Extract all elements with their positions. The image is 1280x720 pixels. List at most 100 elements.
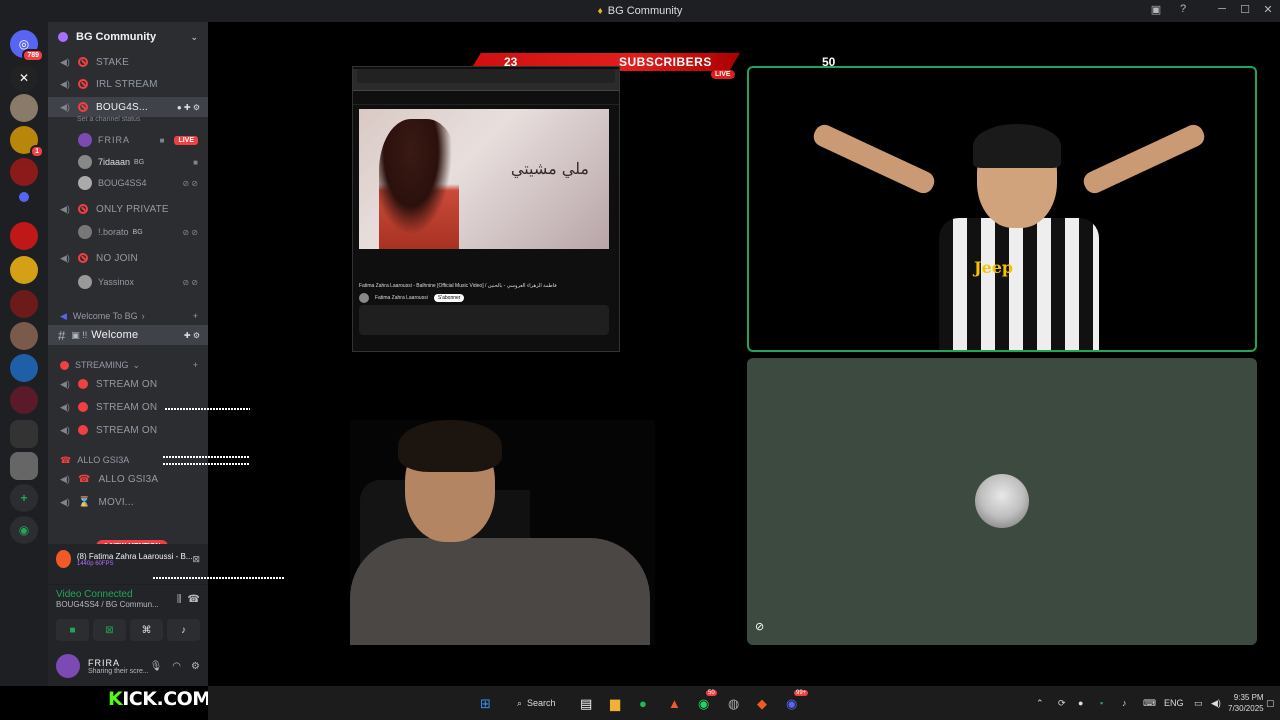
add-server-icon[interactable]: + (10, 484, 38, 512)
spotify-icon[interactable]: ● (639, 696, 647, 711)
voice-user-7idaaan[interactable]: 7idaaan BG ■ (48, 152, 208, 172)
home-badge: 789 (22, 49, 44, 62)
task-view-icon[interactable]: ▤ (580, 696, 592, 712)
muted-icons: ⊘ ⊘ (182, 277, 198, 287)
inbox-icon[interactable]: ▣ (1146, 3, 1166, 16)
server-stake[interactable] (10, 256, 38, 284)
activity-button[interactable]: ⌘ (130, 619, 163, 641)
channel-no-join[interactable]: ◀) NO JOIN (48, 248, 208, 268)
camera-tile-main[interactable]: Jeep (747, 66, 1257, 352)
microphone-tray-icon[interactable]: ♪ (1122, 698, 1127, 708)
file-explorer-icon[interactable]: ▆ (610, 696, 620, 712)
discord-icon[interactable]: ◉ 99+ (786, 690, 809, 712)
system-clock[interactable]: 9:35 PM 7/30/2025 (1228, 692, 1264, 714)
chevron-right-icon: › (141, 311, 145, 321)
server-tower[interactable] (10, 222, 38, 250)
voice-user-yassinox[interactable]: Yassinox ⊘ ⊘ (48, 272, 208, 292)
category-welcome[interactable]: ◀ Welcome To BG › + (48, 308, 208, 324)
disconnect-icon[interactable]: ☎ (188, 594, 200, 605)
server-x[interactable]: ✕ (10, 64, 38, 92)
discover-icon[interactable]: ◉ (10, 516, 38, 544)
server-red[interactable] (10, 158, 38, 186)
volume-icon[interactable]: ◀) (1211, 698, 1221, 709)
channel-welcome[interactable]: # ▣ !! Welcome ✚ ⚙ (48, 325, 208, 345)
keyboard-icon[interactable]: ⌨ (1143, 698, 1156, 709)
channel-status-hint[interactable]: Set a channel status (77, 116, 140, 123)
whatsapp-icon[interactable]: ◉ 50 (698, 690, 717, 712)
channel-stake[interactable]: ◀) STAKE (48, 52, 208, 72)
maximize-button[interactable]: ☐ (1235, 3, 1255, 16)
chat-overlay-line (163, 456, 250, 458)
soundboard-button[interactable]: ♪ (167, 619, 200, 641)
channel-actions-icon[interactable]: ● ✚ ⚙ (177, 103, 200, 112)
chat-overlay-line (163, 463, 250, 465)
headphones-icon[interactable]: ◠ (172, 661, 181, 672)
minimize-button[interactable]: ─ (1212, 3, 1232, 15)
start-icon[interactable]: ⊞ (480, 696, 491, 712)
stop-share-icon[interactable]: ⊠ (192, 554, 200, 565)
camera-tile-avatar[interactable]: ⊘ (747, 358, 1257, 645)
settings-gear-icon[interactable]: ⚙ (191, 661, 200, 672)
channel-stream-on-2[interactable]: ◀) STREAM ON (48, 397, 208, 417)
phone-icon: ☎ (60, 454, 72, 465)
add-channel-icon[interactable]: + (193, 311, 198, 321)
red-circle-icon (60, 360, 69, 370)
server-wine[interactable] (10, 386, 38, 414)
streamer-shirt (350, 538, 650, 645)
voice-user-boug4ss4[interactable]: BOUG4SS4 ⊘ ⊘ (48, 173, 208, 193)
mic-icon[interactable]: 🎙 (150, 661, 163, 672)
sync-icon[interactable]: ⟳ (1058, 698, 1066, 709)
browser-chrome (353, 69, 619, 91)
channel-only-private[interactable]: ◀) ONLY PRIVATE (48, 199, 208, 219)
title-bar: ♦ BG Community ▣ ? ─ ☐ ✕ (0, 0, 1280, 22)
brave-icon[interactable]: ◆ (757, 696, 767, 712)
notification-icon[interactable]: ▢ (1266, 698, 1275, 709)
tray-nvidia-icon[interactable]: ▪ (1100, 698, 1103, 708)
home-button[interactable]: ◎ 789 (10, 30, 44, 62)
voice-user-borato[interactable]: !.borato BG ⊘ ⊘ (48, 222, 208, 242)
help-icon[interactable]: ? (1173, 3, 1193, 15)
avatar (78, 225, 92, 239)
chevron-up-icon[interactable]: ⌃ (1036, 698, 1044, 709)
voice-user-frira[interactable]: FRIRA ■ LIVE (48, 130, 208, 150)
noise-icon[interactable]: ⫼ (177, 594, 182, 605)
server-avatar-2[interactable] (10, 322, 38, 350)
channel-actions-icon[interactable]: ✚ ⚙ (184, 331, 200, 340)
category-streaming[interactable]: STREAMING ⌄ + (48, 357, 208, 373)
server-header[interactable]: BG Community ⌄ (48, 22, 208, 52)
language-indicator[interactable]: ENG (1164, 698, 1184, 708)
network-icon[interactable]: ▭ (1194, 698, 1203, 709)
user-avatar[interactable] (56, 654, 80, 678)
channel-irl-stream[interactable]: ◀) IRL STREAM (48, 74, 208, 94)
camera-icon: ■ (159, 135, 165, 145)
server-bg[interactable]: 1 (10, 126, 44, 158)
channel-stream-on-3[interactable]: ◀) STREAM ON (48, 420, 208, 440)
server-blue[interactable] (10, 354, 38, 382)
server-badge: 1 (30, 145, 44, 158)
channel-stream-on-1[interactable]: ◀) STREAM ON (48, 374, 208, 394)
screen-share-tile[interactable]: ملي مشيتي Fatima Zahra Laaroussi - Balhn… (352, 66, 620, 352)
category-allo[interactable]: ☎ ALLO GSI3A (48, 452, 208, 468)
screen-share-button[interactable]: ⊠ (93, 619, 126, 641)
server-avatar-1[interactable] (10, 94, 38, 122)
close-button[interactable]: ✕ (1258, 3, 1278, 16)
obs-icon[interactable]: ◍ (728, 696, 739, 712)
camera-button[interactable]: ■ (56, 619, 89, 641)
voice-location[interactable]: BOUG4SS4 / BG Commun... (56, 600, 159, 609)
channel-allo[interactable]: ◀) ☎ ALLO GSI3A (48, 469, 208, 489)
window-title: BG Community (607, 5, 683, 17)
server-gray[interactable] (10, 420, 38, 448)
channel-movie[interactable]: ◀) ⌛ MOVI... (48, 492, 208, 512)
video-title: Fatima Zahra Laaroussi - Balhnine [Offic… (359, 283, 557, 289)
server-dark-red[interactable] (10, 290, 38, 318)
chevron-down-icon[interactable]: ⌄ (190, 32, 198, 43)
app-icon[interactable]: ▲ (668, 696, 681, 711)
tray-app-icon[interactable]: ● (1078, 698, 1083, 708)
welcome-icon: ▣ !! (71, 329, 88, 340)
channel-boug4s[interactable]: ◀) BOUG4S... ● ✚ ⚙ (48, 97, 208, 117)
add-channel-icon[interactable]: + (193, 360, 198, 370)
server-icon: ♦ (597, 5, 603, 17)
folder-icon[interactable] (19, 192, 29, 202)
server-light[interactable] (10, 452, 38, 480)
taskbar-search[interactable]: ⌕ Search (517, 694, 565, 712)
